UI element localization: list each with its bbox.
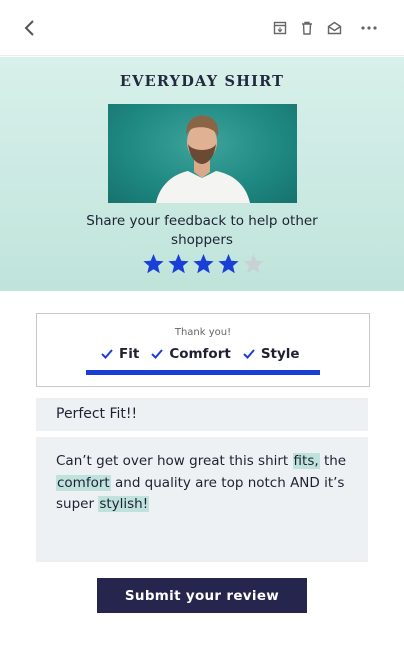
product-hero: EVERYDAY SHIRT Share your feedback to he… — [0, 57, 404, 291]
highlighted-keyword: stylish! — [98, 496, 150, 512]
star-rating — [142, 253, 266, 275]
check-icon — [101, 349, 113, 359]
chip-comfort[interactable]: Comfort — [151, 346, 231, 362]
review-categories: Thank you! Fit Comfort Style — [36, 313, 370, 387]
feedback-prompt: Share your feedback to help other shoppe… — [86, 213, 318, 248]
product-image — [108, 104, 297, 203]
chip-style[interactable]: Style — [243, 346, 300, 362]
chip-fit[interactable]: Fit — [101, 346, 139, 362]
category-progress-bar — [86, 370, 320, 375]
mail-icon[interactable] — [326, 20, 343, 36]
top-toolbar — [0, 0, 404, 56]
review-title-field[interactable]: Perfect Fit!! — [36, 398, 368, 431]
check-icon — [243, 349, 255, 359]
review-body-text: Can’t get over how great this shirt — [56, 453, 293, 469]
highlighted-keyword: fits, — [292, 453, 320, 469]
star-filled-icon[interactable] — [217, 253, 240, 275]
star-filled-icon[interactable] — [142, 253, 165, 275]
thank-you-label: Thank you! — [174, 327, 232, 338]
progress-fill — [86, 370, 320, 375]
highlighted-keyword: comfort — [56, 474, 111, 491]
chip-label: Comfort — [169, 346, 231, 362]
chip-label: Style — [260, 346, 300, 362]
review-body-field[interactable]: Can’t get over how great this shirt fits… — [36, 437, 368, 562]
product-title: EVERYDAY SHIRT — [119, 73, 285, 90]
archive-icon[interactable] — [272, 20, 288, 36]
category-chips: Fit Comfort Style — [101, 344, 300, 364]
submit-review-button[interactable]: Submit your review — [97, 578, 307, 613]
star-filled-icon[interactable] — [167, 253, 190, 275]
star-empty-icon[interactable] — [242, 253, 265, 275]
more-icon[interactable] — [360, 20, 378, 36]
star-filled-icon[interactable] — [192, 253, 215, 275]
review-body-text: the — [319, 453, 347, 469]
trash-icon[interactable] — [300, 20, 314, 36]
check-icon — [151, 349, 164, 359]
back-chevron-icon[interactable] — [18, 16, 40, 40]
chip-label: Fit — [119, 346, 140, 362]
